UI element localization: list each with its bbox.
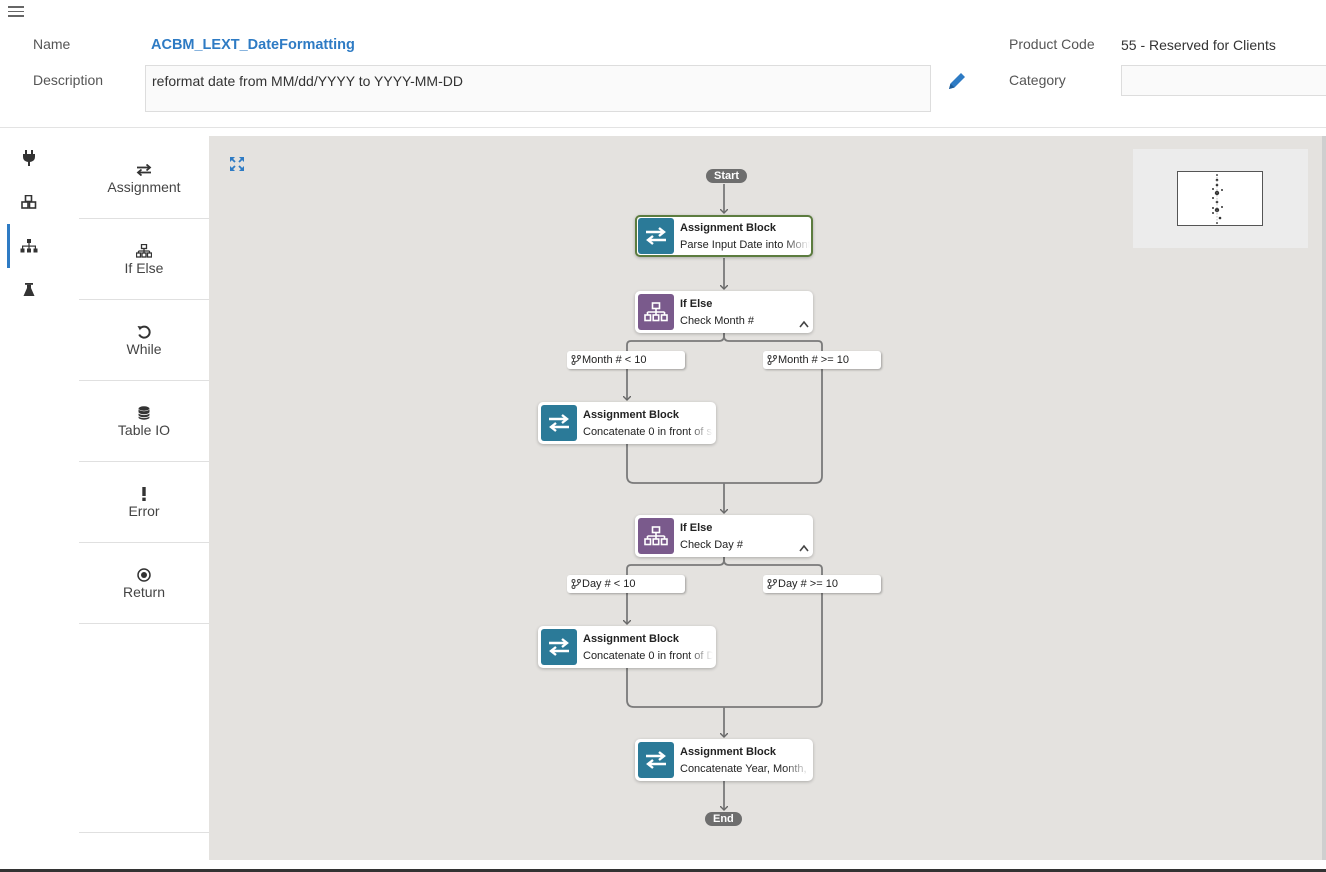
condition-branch[interactable]: Day # >= 10 [763, 575, 881, 593]
branch-icon [571, 355, 581, 366]
start-node[interactable]: Start [706, 169, 748, 183]
assignment-icon [638, 742, 674, 778]
condition-label: Day # < 10 [582, 578, 636, 590]
node-title: If Else [680, 522, 713, 534]
node-title: Assignment Block [680, 222, 776, 234]
node-subtitle: Concatenate 0 in front of single digit m… [583, 426, 713, 438]
collapse-chevron-icon[interactable] [799, 320, 809, 328]
assignment-icon [541, 629, 577, 665]
end-node[interactable]: End [705, 812, 742, 826]
node-subtitle: Concatenate Year, Month, Day [680, 763, 810, 775]
if-else-node[interactable]: If Else Check Month # [635, 291, 813, 333]
condition-label: Month # < 10 [582, 354, 647, 366]
minimap-viewport[interactable] [1177, 171, 1263, 226]
node-subtitle: Check Day # [680, 539, 743, 551]
assignment-block-node[interactable]: Assignment Block Concatenate Year, Month… [635, 739, 813, 781]
node-title: If Else [680, 298, 713, 310]
if-else-icon [638, 294, 674, 330]
condition-label: Day # >= 10 [778, 578, 838, 590]
node-subtitle: Check Month # [680, 315, 754, 327]
branch-icon [767, 579, 777, 590]
node-title: Assignment Block [680, 746, 776, 758]
branch-icon [571, 579, 581, 590]
if-else-icon [638, 518, 674, 554]
if-else-node[interactable]: If Else Check Day # [635, 515, 813, 557]
assignment-block-node[interactable]: Assignment Block Concatenate 0 in front … [538, 626, 716, 668]
collapse-chevron-icon[interactable] [799, 544, 809, 552]
condition-branch[interactable]: Month # < 10 [567, 351, 685, 369]
node-title: Assignment Block [583, 409, 679, 421]
minimap-flow-preview [1212, 174, 1223, 224]
expand-arrows-icon[interactable] [229, 156, 245, 172]
assignment-icon [638, 218, 674, 254]
condition-branch[interactable]: Day # < 10 [567, 575, 685, 593]
condition-branch[interactable]: Month # >= 10 [763, 351, 881, 369]
node-subtitle: Parse Input Date into Month, Day, Year [680, 239, 810, 251]
assignment-block-node[interactable]: Assignment Block Concatenate 0 in front … [538, 402, 716, 444]
node-subtitle: Concatenate 0 in front of Day [583, 650, 713, 662]
assignment-block-node[interactable]: Assignment Block Parse Input Date into M… [635, 215, 813, 257]
condition-label: Month # >= 10 [778, 354, 849, 366]
branch-icon [767, 355, 777, 366]
assignment-icon [541, 405, 577, 441]
node-title: Assignment Block [583, 633, 679, 645]
